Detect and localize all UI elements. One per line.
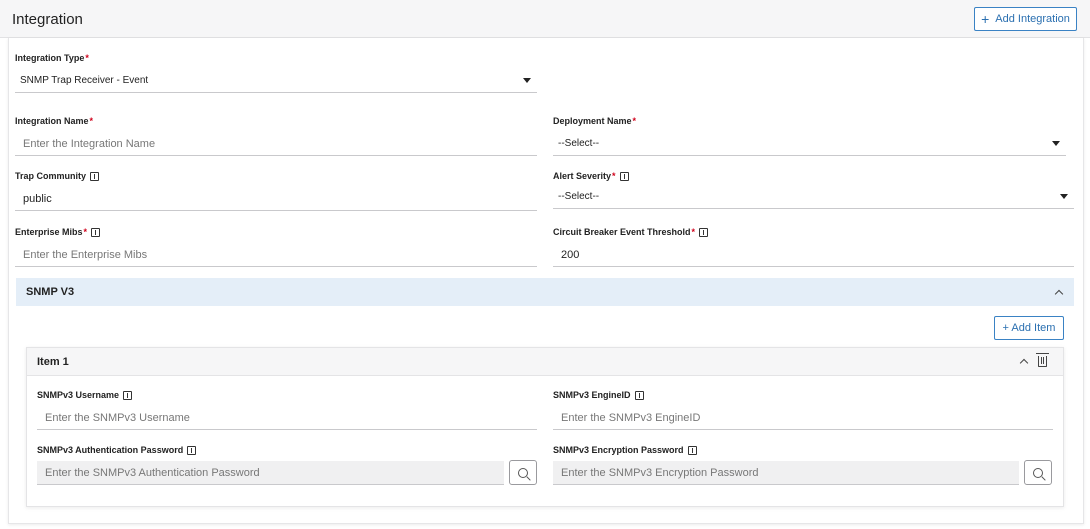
label-text: Circuit Breaker Event Threshold bbox=[553, 227, 691, 237]
integration-type-value: SNMP Trap Receiver - Event bbox=[20, 75, 149, 86]
snmpv3-enc-password-placeholder: Enter the SNMPv3 Encryption Password bbox=[561, 466, 759, 479]
plus-icon: + bbox=[981, 11, 990, 27]
item-header: Item 1 bbox=[27, 348, 1063, 376]
circuit-breaker-input[interactable]: 200 bbox=[553, 243, 1074, 267]
snmp-v3-title: SNMP V3 bbox=[26, 286, 75, 298]
circuit-breaker-value: 200 bbox=[561, 248, 580, 261]
snmpv3-auth-password-label: SNMPv3 Authentication Password bbox=[37, 445, 197, 455]
label-text: SNMPv3 Authentication Password bbox=[37, 445, 184, 455]
label-text: Integration Type bbox=[15, 53, 85, 63]
snmpv3-username-label: SNMPv3 Username bbox=[37, 390, 133, 400]
required-mark: * bbox=[85, 53, 89, 63]
alert-severity-select[interactable]: --Select-- bbox=[553, 185, 1074, 209]
snmpv3-engineid-label: SNMPv3 EngineID bbox=[553, 390, 644, 400]
deployment-name-select[interactable]: --Select-- bbox=[553, 132, 1066, 156]
info-icon[interactable] bbox=[687, 445, 697, 455]
snmpv3-enc-password-input[interactable]: Enter the SNMPv3 Encryption Password bbox=[553, 461, 1019, 485]
snmpv3-auth-password-input[interactable]: Enter the SNMPv3 Authentication Password bbox=[37, 461, 504, 485]
snmp-v3-section-header[interactable]: SNMP V3 bbox=[16, 278, 1074, 306]
chevron-down-icon bbox=[1052, 141, 1060, 146]
info-icon[interactable] bbox=[90, 171, 100, 181]
deployment-name-label: Deployment Name * bbox=[553, 116, 636, 126]
trap-community-value: public bbox=[23, 192, 52, 205]
required-mark: * bbox=[612, 171, 616, 181]
integration-type-select[interactable]: SNMP Trap Receiver - Event bbox=[15, 69, 537, 93]
deployment-name-value: --Select-- bbox=[558, 138, 600, 149]
enterprise-mibs-label: Enterprise Mibs * bbox=[15, 227, 101, 237]
circuit-breaker-label: Circuit Breaker Event Threshold * bbox=[553, 227, 709, 237]
enterprise-mibs-input[interactable]: Enter the Enterprise Mibs bbox=[15, 243, 537, 267]
chevron-down-icon bbox=[523, 78, 531, 83]
integration-name-input[interactable]: Enter the Integration Name bbox=[15, 132, 537, 156]
snmpv3-engineid-placeholder: Enter the SNMPv3 EngineID bbox=[561, 411, 701, 424]
chevron-down-icon bbox=[1060, 194, 1068, 199]
page-title: Integration bbox=[12, 11, 83, 28]
label-text: Integration Name bbox=[15, 116, 89, 126]
label-text: SNMPv3 EngineID bbox=[553, 390, 631, 400]
info-icon[interactable] bbox=[699, 227, 709, 237]
chevron-up-icon[interactable] bbox=[1054, 289, 1064, 299]
enterprise-mibs-placeholder: Enter the Enterprise Mibs bbox=[23, 248, 148, 261]
trap-community-input[interactable]: public bbox=[15, 187, 537, 211]
snmpv3-enc-password-label: SNMPv3 Encryption Password bbox=[553, 445, 697, 455]
snmpv3-username-input[interactable]: Enter the SNMPv3 Username bbox=[37, 406, 537, 430]
trash-icon[interactable] bbox=[1036, 353, 1049, 367]
snmpv3-auth-password-placeholder: Enter the SNMPv3 Authentication Password bbox=[45, 466, 260, 479]
info-icon[interactable] bbox=[91, 227, 101, 237]
chevron-up-icon[interactable] bbox=[1019, 358, 1029, 368]
label-text: Trap Community bbox=[15, 171, 87, 181]
integration-name-placeholder: Enter the Integration Name bbox=[23, 137, 156, 150]
search-icon bbox=[518, 467, 528, 478]
required-mark: * bbox=[691, 227, 696, 237]
info-icon[interactable] bbox=[187, 445, 197, 455]
label-text: SNMPv3 Username bbox=[37, 390, 120, 400]
auth-password-search-button[interactable] bbox=[509, 460, 537, 485]
label-text: Enterprise Mibs bbox=[15, 227, 83, 237]
label-text: Deployment Name bbox=[553, 116, 632, 126]
required-mark: * bbox=[83, 227, 88, 237]
add-item-label: + Add Item bbox=[1002, 322, 1056, 334]
item-title: Item 1 bbox=[37, 356, 69, 368]
alert-severity-value: --Select-- bbox=[558, 191, 600, 202]
alert-severity-label: Alert Severity * bbox=[553, 171, 629, 181]
integration-type-label: Integration Type * bbox=[15, 53, 89, 63]
label-text: SNMPv3 Encryption Password bbox=[553, 445, 684, 455]
add-integration-button[interactable]: + Add Integration bbox=[974, 7, 1077, 31]
info-icon[interactable] bbox=[634, 390, 644, 400]
add-item-button[interactable]: + Add Item bbox=[994, 316, 1064, 340]
trap-community-label: Trap Community bbox=[15, 171, 100, 181]
snmpv3-engineid-input[interactable]: Enter the SNMPv3 EngineID bbox=[553, 406, 1053, 430]
required-mark: * bbox=[632, 116, 637, 126]
page-header: Integration + Add Integration bbox=[0, 0, 1090, 38]
add-integration-label: Add Integration bbox=[995, 13, 1070, 25]
label-text: Alert Severity bbox=[553, 171, 612, 181]
enc-password-search-button[interactable] bbox=[1024, 460, 1052, 485]
search-icon bbox=[1033, 467, 1043, 478]
snmpv3-username-placeholder: Enter the SNMPv3 Username bbox=[45, 411, 190, 424]
info-icon[interactable] bbox=[619, 171, 629, 181]
info-icon[interactable] bbox=[123, 390, 133, 400]
required-mark: * bbox=[89, 116, 94, 126]
integration-name-label: Integration Name * bbox=[15, 116, 93, 126]
